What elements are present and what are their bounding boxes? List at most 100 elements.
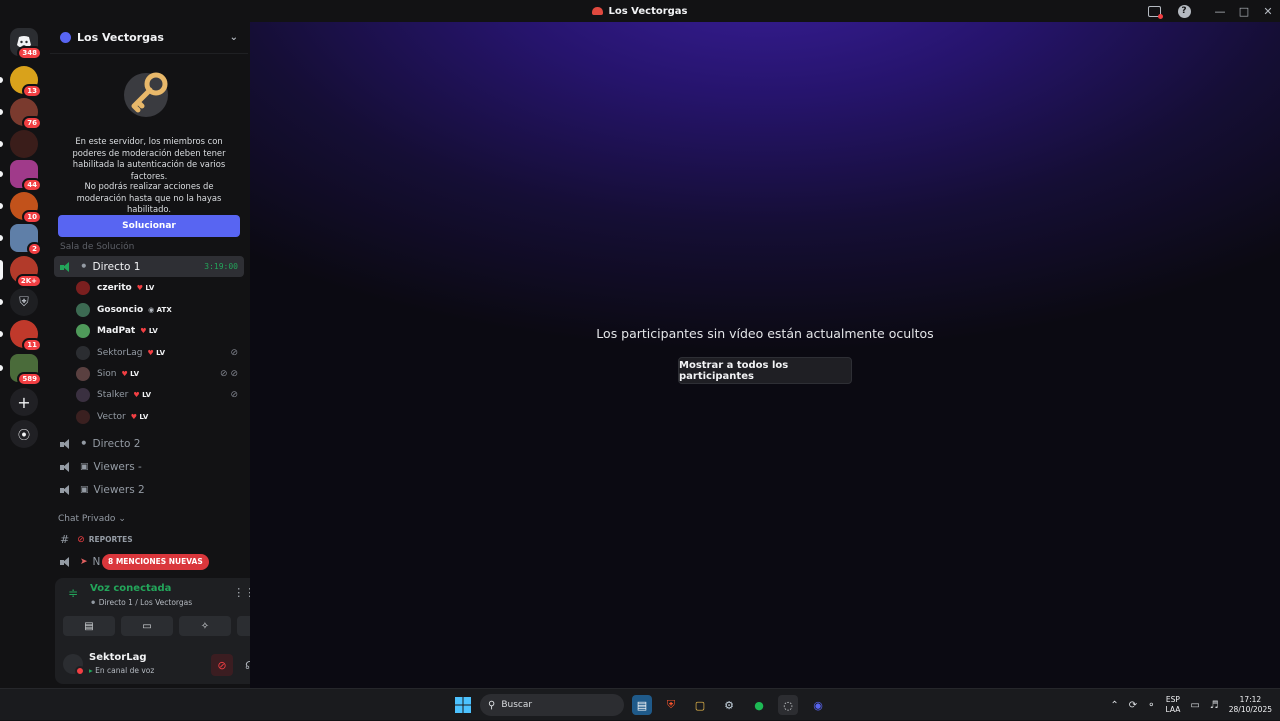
- mfa-text-1: En este servidor, los miembros con poder…: [72, 136, 226, 181]
- member-name: Vector: [97, 412, 126, 422]
- voice-member[interactable]: czerito ♥ LV: [76, 278, 244, 298]
- server-icon[interactable]: 2K+: [0, 256, 42, 288]
- server-icon[interactable]: ⛨: [0, 288, 38, 316]
- camera-off-icon: ▤: [84, 620, 94, 632]
- camera-off-button[interactable]: ▤: [63, 616, 115, 636]
- taskbar-app-spotify[interactable]: ●: [749, 695, 769, 715]
- chevron-up-icon[interactable]: ⌃: [1110, 700, 1118, 711]
- compass-icon: ⦿: [17, 427, 30, 442]
- unread-pip: [0, 299, 3, 305]
- inbox-icon: [1147, 5, 1163, 19]
- voice-member[interactable]: SektorLag ♥ LV ⊘: [76, 343, 244, 363]
- voice-channel-viewers[interactable]: ▣ Viewers -: [54, 456, 244, 477]
- channel-name: Directo 2: [92, 437, 141, 450]
- people-icon: ⚫: [80, 261, 88, 272]
- folder-icon: ▢: [694, 698, 706, 712]
- taskbar-search[interactable]: ⚲ Buscar: [480, 694, 624, 716]
- minimize-button[interactable]: —: [1208, 0, 1232, 22]
- key-icon: [124, 72, 168, 117]
- search-label: Buscar: [501, 700, 533, 710]
- home-button[interactable]: 348: [10, 28, 42, 60]
- speaker-icon: [60, 261, 72, 272]
- new-mentions-pill[interactable]: 8 MENCIONES NUEVAS: [102, 554, 209, 570]
- mfa-text-2: No podrás realizar acciones de moderació…: [76, 181, 222, 214]
- app-icon: ◌: [783, 698, 793, 712]
- hash-icon: #: [60, 533, 70, 546]
- voice-member[interactable]: Stalker ♥ LV ⊘: [76, 385, 244, 405]
- channel-sidebar: Los Vectorgas ⌄ En este servidor, los mi…: [50, 22, 295, 688]
- server-folder[interactable]: 589: [0, 354, 42, 386]
- taskbar-app-steam[interactable]: ⚙: [719, 695, 739, 715]
- member-name: czerito: [97, 283, 132, 293]
- voice-stage: Los participantes sin vídeo están actual…: [250, 22, 1280, 688]
- server-badge: 44: [22, 178, 42, 192]
- server-boost-icon: [60, 32, 71, 43]
- user-avatar[interactable]: [63, 654, 85, 676]
- mute-button[interactable]: ⊘: [211, 654, 233, 676]
- gamepad-icon: ▣: [80, 484, 89, 495]
- user-name[interactable]: SektorLag: [89, 652, 147, 663]
- taskbar-app-brave[interactable]: ⛨: [661, 695, 681, 715]
- unread-pip: [0, 141, 3, 147]
- server-icon[interactable]: 11: [0, 320, 42, 352]
- voice-channel-directo-1[interactable]: ⚫ Directo 1 3:19:00: [54, 256, 244, 277]
- voice-member[interactable]: Gosoncio ◉ ATX: [76, 300, 244, 320]
- solve-button[interactable]: Solucionar: [58, 215, 240, 237]
- spotify-icon: ●: [754, 698, 764, 712]
- user-status: ▸ En canal de voz: [89, 666, 155, 675]
- show-all-participants-button[interactable]: Mostrar a todos los participantes: [678, 357, 852, 384]
- sync-icon[interactable]: ⟳: [1129, 700, 1137, 711]
- taskbar-app-active[interactable]: ◌: [778, 695, 798, 715]
- mic-muted-icon: ⊘: [217, 658, 227, 672]
- server-icon[interactable]: 13: [0, 66, 42, 98]
- server-icon[interactable]: 44: [0, 160, 42, 192]
- voice-member[interactable]: Vector ♥ LV: [76, 407, 244, 427]
- voice-channel-viewers-2[interactable]: ▣ Viewers 2: [54, 479, 244, 500]
- server-icon[interactable]: [0, 130, 38, 158]
- voice-location[interactable]: ⚫ Directo 1 / Los Vectorgas: [90, 598, 192, 607]
- deafened-icon: ⊘ ⊘: [220, 369, 238, 379]
- speaker-icon: [60, 556, 72, 567]
- server-icon[interactable]: 2: [0, 224, 42, 256]
- category-chat-privado[interactable]: Chat Privado ⌄: [58, 514, 126, 524]
- microphone-icon[interactable]: ⚬: [1147, 700, 1155, 711]
- people-icon: ⚫: [90, 598, 97, 607]
- activities-button[interactable]: ✧: [179, 616, 231, 636]
- server-icon[interactable]: 10: [0, 192, 42, 224]
- member-tag: ♥ LV: [136, 284, 155, 292]
- taskbar-app-store[interactable]: ▤: [632, 695, 652, 715]
- server-badge: 13: [22, 84, 42, 98]
- close-button[interactable]: ✕: [1256, 0, 1280, 22]
- voice-channel-directo-2[interactable]: ⚫ Directo 2: [54, 433, 244, 454]
- home-badge: 348: [17, 46, 42, 60]
- windows-icon: [455, 697, 471, 713]
- server-icon[interactable]: 76: [0, 98, 42, 130]
- title-bar: Los Vectorgas ? — □ ✕: [0, 0, 1280, 22]
- network-icon[interactable]: ▭: [1190, 700, 1199, 711]
- discover-button[interactable]: ⦿: [10, 420, 38, 448]
- gamepad-icon: ▣: [80, 461, 89, 472]
- server-header[interactable]: Los Vectorgas ⌄: [50, 22, 248, 54]
- server-badge: 10: [22, 210, 42, 224]
- hidden-participants-message: Los participantes sin vídeo están actual…: [596, 326, 934, 341]
- start-button[interactable]: [453, 695, 473, 715]
- mfa-notice: En este servidor, los miembros con poder…: [50, 55, 248, 243]
- clock[interactable]: 17:12 28/10/2025: [1229, 695, 1272, 715]
- voice-member[interactable]: MadPat ♥ LV: [76, 321, 244, 341]
- avatar: [76, 346, 90, 360]
- inbox-button[interactable]: [1142, 0, 1166, 22]
- taskbar-app-explorer[interactable]: ▢: [690, 695, 710, 715]
- server-badge: 2: [27, 242, 42, 256]
- voice-status[interactable]: Voz conectada: [90, 583, 171, 594]
- maximize-button[interactable]: □: [1232, 0, 1256, 22]
- help-button[interactable]: ?: [1172, 0, 1196, 22]
- taskbar-app-discord[interactable]: ◉: [808, 695, 828, 715]
- voice-member[interactable]: Sion ♥ LV ⊘ ⊘: [76, 364, 244, 384]
- speaker-icon: [60, 461, 72, 472]
- add-server-button[interactable]: +: [10, 388, 38, 416]
- share-screen-button[interactable]: ▭: [121, 616, 173, 636]
- text-channel-reportes[interactable]: # ⊘ REPORTES: [54, 529, 244, 550]
- input-language[interactable]: ESP LAA: [1166, 695, 1181, 715]
- activities-icon: ✧: [200, 620, 210, 632]
- volume-icon[interactable]: ♬: [1210, 700, 1219, 711]
